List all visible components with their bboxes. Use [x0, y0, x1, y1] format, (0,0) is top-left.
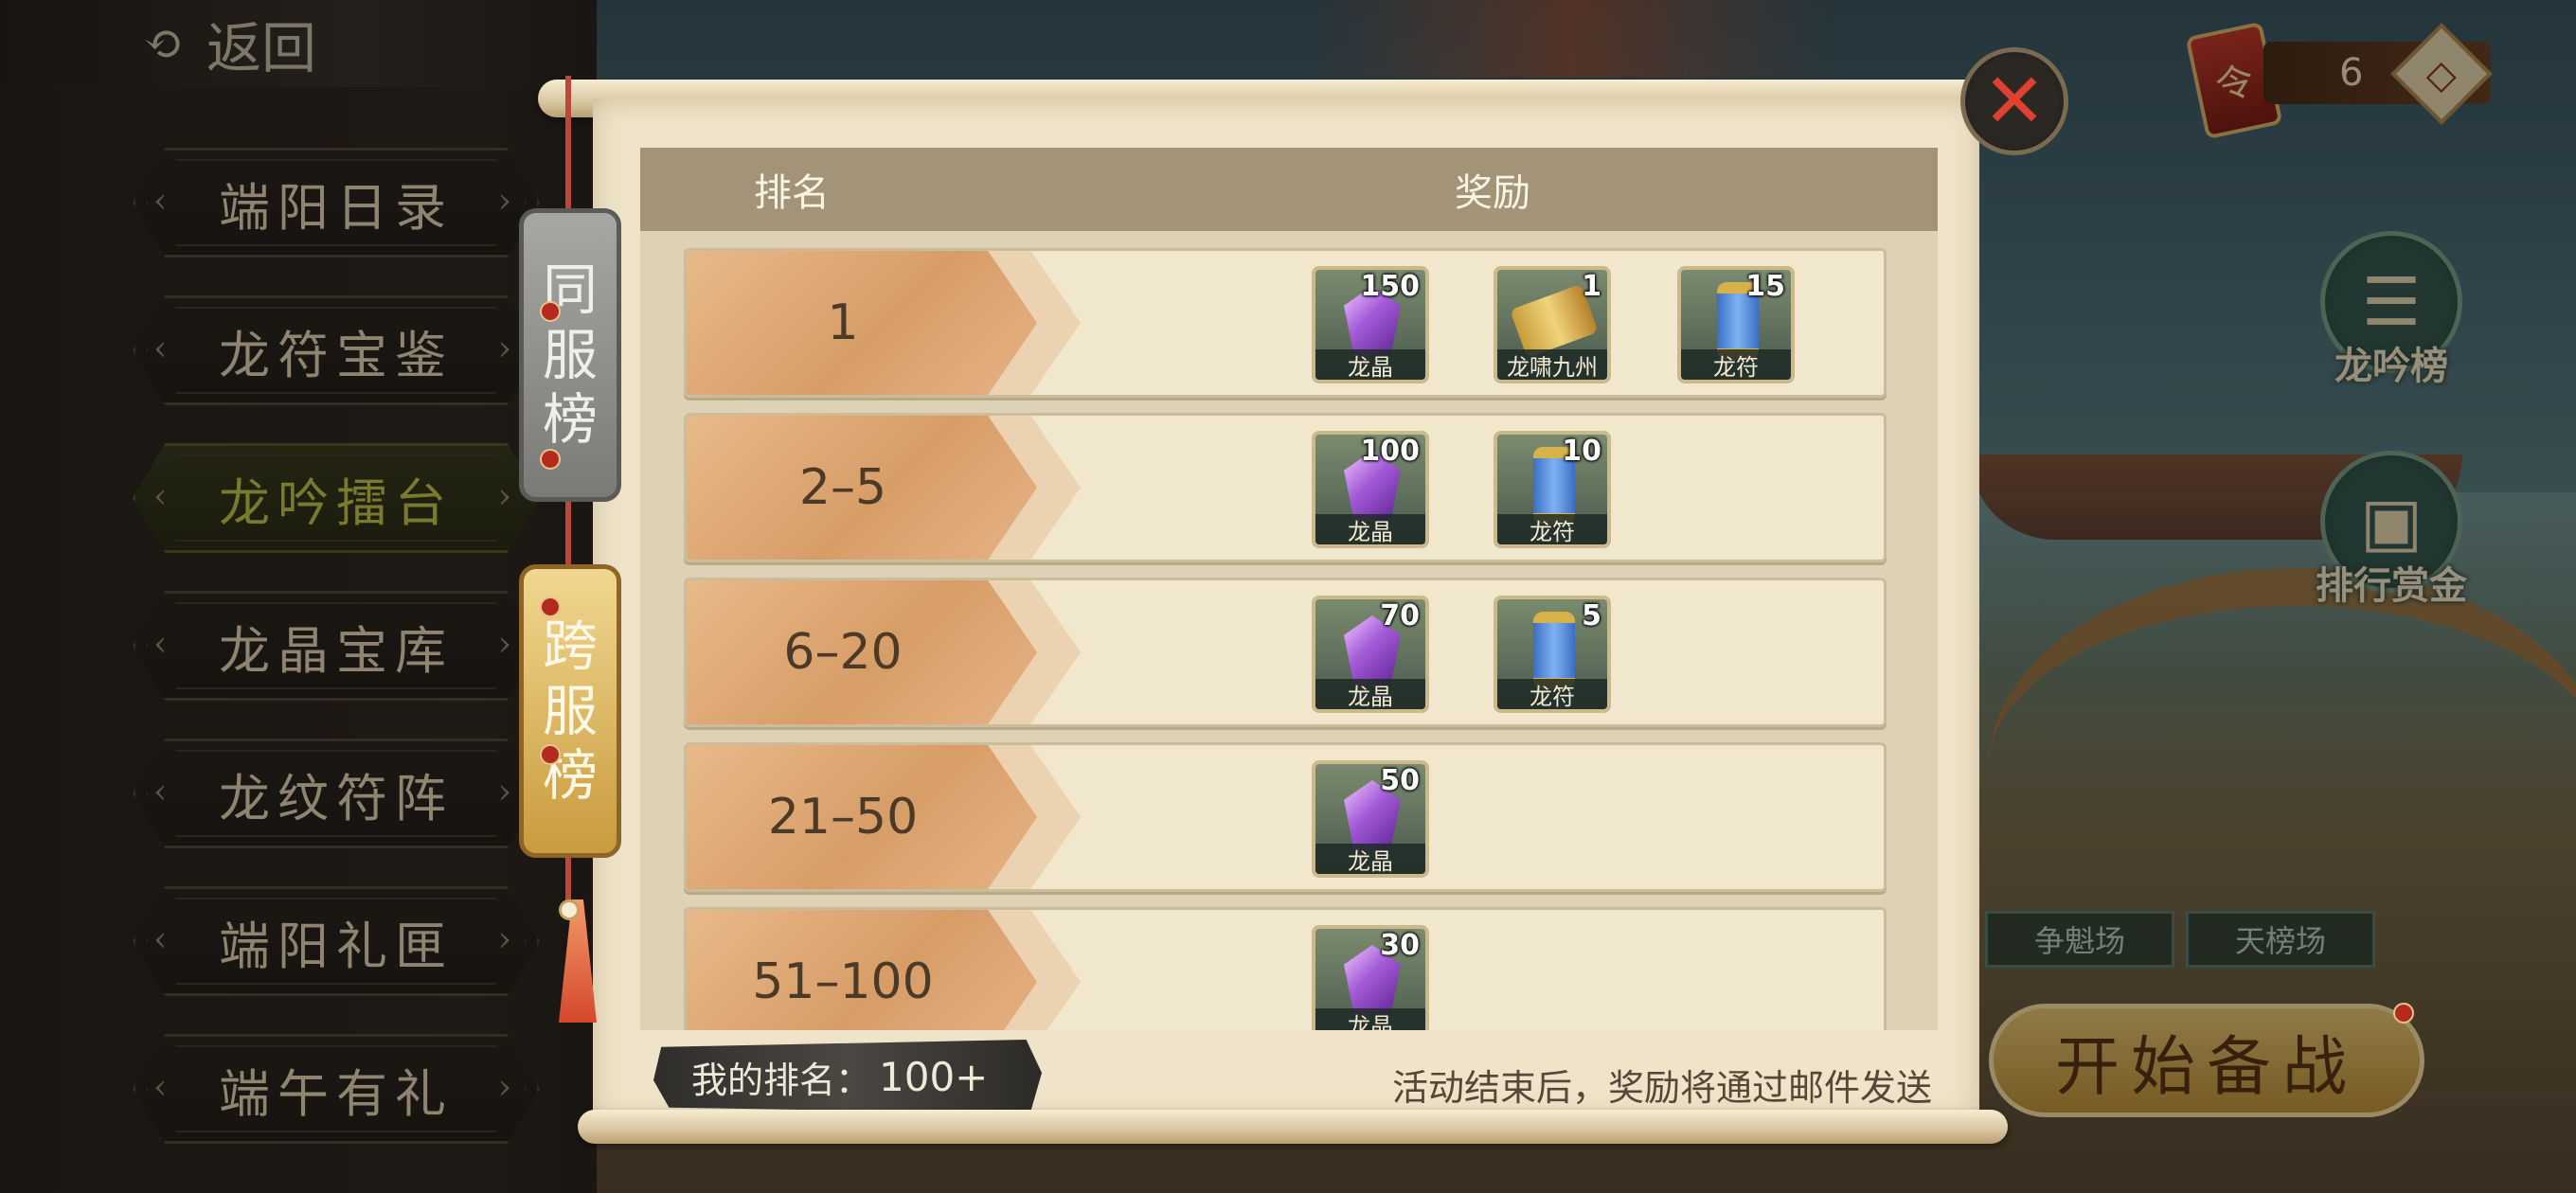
rank-plate: 1 [687, 251, 1037, 395]
reward-row: 21–50 50 龙晶 [684, 742, 1887, 892]
item-name: 龙晶 [1315, 1008, 1425, 1030]
mail-notice: 活动结束后，奖励将通过邮件发送 [1391, 1067, 1932, 1109]
tag-string-middle [565, 497, 571, 573]
rank-plate: 51–100 [687, 910, 1037, 1030]
my-rank-label: 我的排名： [691, 1059, 872, 1101]
close-button[interactable]: ✕ [1960, 47, 2068, 155]
item-name: 龙符 [1497, 514, 1607, 544]
item-count: 5 [1582, 599, 1601, 632]
chevron-left-icon: ‹ [153, 625, 175, 664]
item-count: 1 [1582, 270, 1601, 303]
reward-item[interactable]: 10 龙符 [1494, 431, 1611, 548]
chevron-right-icon: › [497, 477, 519, 516]
reward-item[interactable]: 150 龙晶 [1312, 266, 1429, 383]
reward-item[interactable]: 5 龙符 [1494, 596, 1611, 713]
chevron-left-icon: ‹ [153, 773, 175, 811]
item-count: 30 [1380, 929, 1420, 962]
sidebar-item-label: 端阳礼匣 [219, 916, 454, 976]
my-rank-value: 100+ [879, 1053, 989, 1100]
rank-range: 51–100 [752, 953, 934, 1010]
reward-item[interactable]: 70 龙晶 [1312, 596, 1429, 713]
tab-cross-server-label: 跨服榜 [543, 614, 598, 808]
reward-item[interactable]: 50 龙晶 [1312, 760, 1429, 878]
chevron-right-icon: › [497, 329, 519, 368]
item-count: 10 [1562, 435, 1601, 468]
sidebar-item-label: 端阳日录 [219, 177, 454, 238]
tag-character: 榜 [542, 387, 598, 453]
chevron-left-icon: ‹ [153, 920, 175, 959]
chevron-right-icon: › [497, 1068, 519, 1107]
chevron-right-icon: › [497, 625, 519, 664]
rank-plate: 21–50 [687, 745, 1037, 889]
item-count: 70 [1380, 599, 1420, 632]
item-name: 龙符 [1681, 349, 1791, 380]
item-count: 150 [1360, 270, 1420, 303]
item-name: 龙晶 [1315, 844, 1425, 874]
item-name: 龙啸九州 [1497, 349, 1607, 380]
tag-character: 服 [542, 678, 598, 743]
notification-dot [540, 596, 561, 617]
reward-item[interactable]: 30 龙晶 [1312, 925, 1429, 1030]
item-count: 50 [1380, 764, 1420, 797]
reward-item[interactable]: 15 龙符 [1677, 266, 1795, 383]
sidebar-item-label: 龙纹符阵 [219, 768, 454, 828]
item-count: 15 [1745, 270, 1785, 303]
sidebar-item-label: 龙吟擂台 [219, 472, 454, 533]
tassel-bead [559, 899, 580, 920]
reward-row: 2–5 100 龙晶 10 龙符 [684, 413, 1887, 562]
sidebar-item-label: 龙符宝鉴 [219, 325, 454, 385]
tag-character: 跨 [542, 614, 598, 679]
chevron-right-icon: › [497, 773, 519, 811]
reward-table-header: 排名 奖励 [640, 148, 1938, 231]
rank-plate: 2–5 [687, 416, 1037, 560]
reward-row: 1 150 龙晶 1 龙啸九州 15 龙符 [684, 248, 1887, 398]
chevron-left-icon: ‹ [153, 477, 175, 516]
chevron-right-icon: › [497, 920, 519, 959]
sidebar-item-label: 端午有礼 [219, 1063, 454, 1124]
rank-range: 1 [827, 294, 859, 351]
reward-item[interactable]: 100 龙晶 [1312, 431, 1429, 548]
rank-range: 21–50 [767, 789, 919, 846]
close-icon: ✕ [1982, 57, 2047, 145]
tag-character: 服 [542, 322, 598, 387]
notification-dot [540, 301, 561, 322]
reward-row: 51–100 30 龙晶 [684, 907, 1887, 1030]
item-name: 龙符 [1497, 679, 1607, 709]
chevron-right-icon: › [497, 182, 519, 221]
item-name: 龙晶 [1315, 514, 1425, 544]
reward-item[interactable]: 1 龙啸九州 [1494, 266, 1611, 383]
sidebar-item-label: 龙晶宝库 [219, 620, 454, 681]
notification-dot [540, 744, 561, 765]
column-header-rank: 排名 [754, 171, 830, 215]
item-name: 龙晶 [1315, 679, 1425, 709]
rank-range: 2–5 [798, 459, 887, 516]
chevron-left-icon: ‹ [153, 182, 175, 221]
tab-cross-server-rank[interactable]: 跨服榜 [519, 564, 621, 858]
scroll-bottom-rod [578, 1110, 2008, 1144]
rank-range: 6–20 [783, 624, 903, 681]
tag-string-top [565, 76, 571, 218]
rank-plate: 6–20 [687, 580, 1037, 724]
chevron-left-icon: ‹ [153, 329, 175, 368]
item-name: 龙晶 [1315, 349, 1425, 380]
column-header-reward: 奖励 [1455, 171, 1530, 215]
reward-row: 6–20 70 龙晶 5 龙符 [684, 578, 1887, 727]
tab-same-server-rank[interactable]: 同服榜 [519, 208, 621, 502]
chevron-left-icon: ‹ [153, 1068, 175, 1107]
notification-dot [2393, 1003, 2414, 1024]
tab-same-server-label: 同服榜 [543, 258, 598, 452]
my-rank-badge: 我的排名： 100+ [653, 1040, 1042, 1113]
notification-dot [540, 449, 561, 470]
reward-rows-list[interactable]: 1 150 龙晶 1 龙啸九州 15 龙符 2–5 100 龙晶 10 龙符 6–20 70 龙晶 5 龙符 21… [640, 231, 1938, 1030]
item-count: 100 [1360, 435, 1420, 468]
